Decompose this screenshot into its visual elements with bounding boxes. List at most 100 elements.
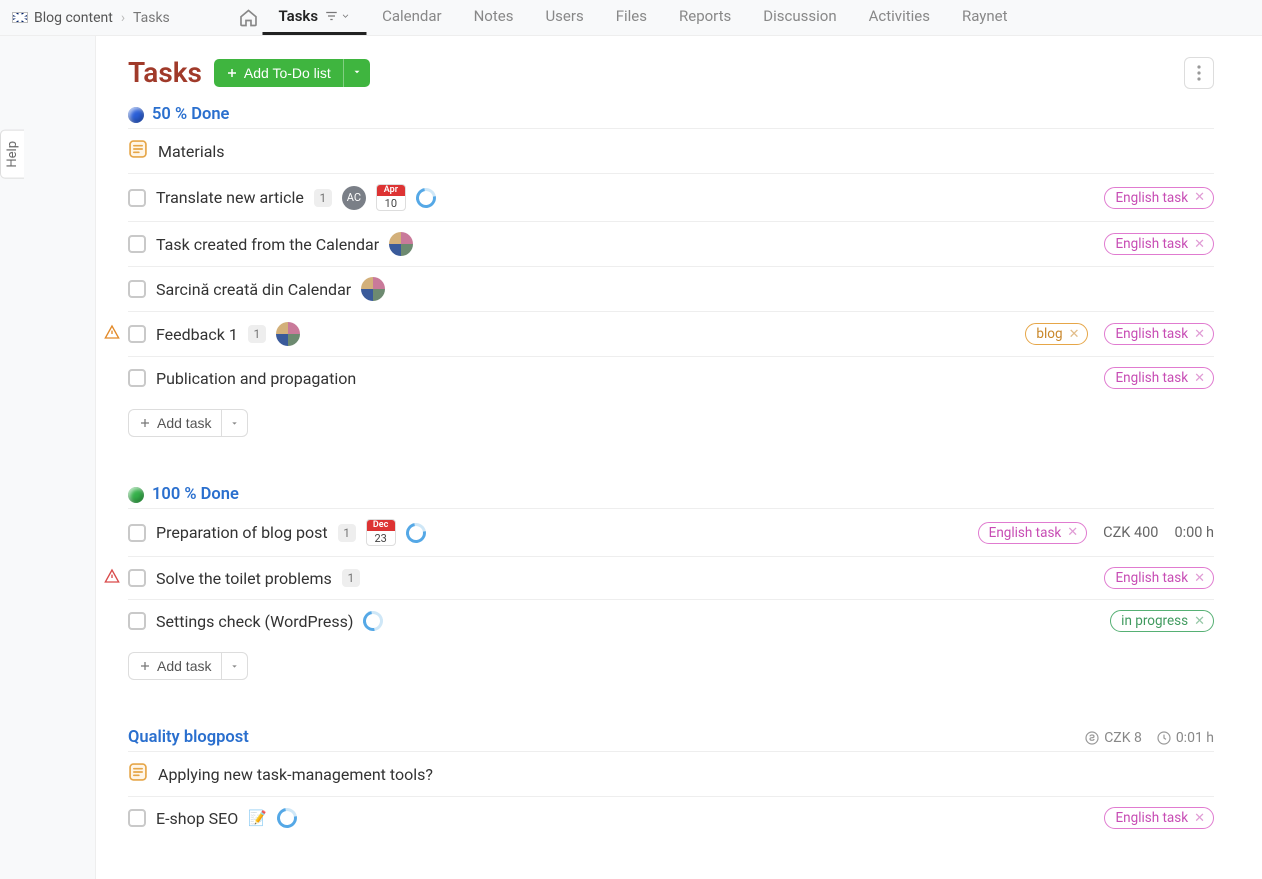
due-date-chip[interactable]: Apr10: [376, 184, 406, 211]
tag-label: English task: [1115, 810, 1188, 826]
task-checkbox[interactable]: [128, 280, 146, 298]
add-task-button[interactable]: Add task: [128, 409, 221, 437]
task-row[interactable]: Sarcină creată din Calendar: [128, 266, 1214, 311]
task-checkbox[interactable]: [128, 369, 146, 387]
task-row[interactable]: Applying new task-management tools?: [128, 751, 1214, 796]
task-row[interactable]: E-shop SEO 📝 English task✕: [128, 796, 1214, 839]
breadcrumb-project[interactable]: Blog content: [12, 10, 113, 26]
nav-label: Users: [545, 7, 583, 25]
tag-remove-icon[interactable]: ✕: [1194, 571, 1205, 586]
task-name: Applying new task-management tools?: [158, 765, 433, 784]
topbar: Blog content › Tasks Tasks Calendar Note…: [0, 0, 1262, 36]
nav-reports[interactable]: Reports: [663, 0, 747, 35]
tag[interactable]: English task✕: [1104, 233, 1214, 255]
add-task-label: Add task: [157, 415, 211, 431]
section-title: 50 % Done: [152, 105, 229, 124]
task-row[interactable]: Materials: [128, 128, 1214, 173]
task-checkbox[interactable]: [128, 569, 146, 587]
nav-notes[interactable]: Notes: [458, 0, 530, 35]
avatar[interactable]: [276, 322, 300, 346]
task-row[interactable]: Publication and propagation English task…: [128, 356, 1214, 399]
breadcrumb-project-label: Blog content: [34, 10, 113, 26]
task-checkbox[interactable]: [128, 325, 146, 343]
avatar[interactable]: AC: [342, 186, 366, 210]
add-task-dropdown[interactable]: [221, 409, 248, 437]
nav-calendar[interactable]: Calendar: [366, 0, 458, 35]
task-row[interactable]: Feedback 1 1 blog✕English task✕: [128, 311, 1214, 356]
task-row[interactable]: Settings check (WordPress) in progress✕: [128, 599, 1214, 642]
home-icon[interactable]: [238, 8, 258, 28]
nav-files[interactable]: Files: [600, 0, 663, 35]
status-dot-icon: [128, 107, 144, 123]
tag[interactable]: English task ✕: [1104, 807, 1214, 829]
task-row[interactable]: Task created from the Calendar English t…: [128, 221, 1214, 266]
task-checkbox[interactable]: [128, 524, 146, 542]
help-tab[interactable]: Help: [0, 130, 24, 179]
task-row[interactable]: Translate new article 1ACApr10 English t…: [128, 173, 1214, 221]
nav-users[interactable]: Users: [529, 0, 599, 35]
page-header: Tasks Add To-Do list: [128, 56, 1214, 89]
page-menu-button[interactable]: [1184, 57, 1214, 89]
task-list: Preparation of blog post 1Dec23 English …: [128, 508, 1214, 684]
page: Tasks Add To-Do list 50 % Done: [95, 36, 1262, 879]
task-row[interactable]: Preparation of blog post 1Dec23 English …: [128, 508, 1214, 556]
task-checkbox[interactable]: [128, 809, 146, 827]
nav-activities[interactable]: Activities: [853, 0, 946, 35]
tag-remove-icon[interactable]: ✕: [1194, 327, 1205, 342]
section-header[interactable]: 50 % Done: [128, 99, 1214, 128]
tag[interactable]: English task✕: [978, 522, 1088, 544]
nav-discussion[interactable]: Discussion: [747, 0, 852, 35]
tag[interactable]: in progress✕: [1110, 610, 1214, 632]
nav-label: Raynet: [962, 7, 1008, 25]
main-nav: Tasks Calendar Notes Users Files Reports…: [238, 0, 1023, 35]
nav-label: Reports: [679, 7, 731, 25]
tag[interactable]: blog ✕: [1025, 323, 1088, 345]
progress-ring-icon: [412, 184, 440, 212]
task-checkbox[interactable]: [128, 235, 146, 253]
task-checkbox[interactable]: [128, 189, 146, 207]
add-todo-list-dropdown[interactable]: [343, 59, 370, 87]
edit-icon[interactable]: 📝: [248, 809, 267, 827]
tag[interactable]: English task✕: [1104, 187, 1214, 209]
warning-icon: [104, 568, 120, 588]
tag-remove-icon[interactable]: ✕: [1194, 614, 1205, 629]
due-date-chip[interactable]: Dec23: [366, 519, 396, 546]
nav-raynet[interactable]: Raynet: [946, 0, 1024, 35]
avatar[interactable]: [389, 232, 413, 256]
time-icon: 0:01 h: [1156, 730, 1214, 746]
add-task-row: Add task: [128, 399, 1214, 441]
section-header[interactable]: 100 % Done: [128, 479, 1214, 508]
section: Quality blogpost CZK 8 0:01 h Applying n…: [128, 722, 1214, 839]
tag-remove-icon[interactable]: ✕: [1194, 811, 1205, 826]
tag-remove-icon[interactable]: ✕: [1194, 190, 1205, 205]
add-task-button[interactable]: Add task: [128, 652, 221, 680]
add-todo-list-button[interactable]: Add To-Do list: [214, 59, 343, 87]
tag-remove-icon[interactable]: ✕: [1194, 237, 1205, 252]
nav-label: Activities: [869, 7, 930, 25]
task-checkbox[interactable]: [128, 612, 146, 630]
tag-remove-icon[interactable]: ✕: [1194, 371, 1205, 386]
task-row[interactable]: Solve the toilet problems 1 English task…: [128, 556, 1214, 599]
add-task-dropdown[interactable]: [221, 652, 248, 680]
nav-label: Discussion: [763, 7, 836, 25]
tag[interactable]: English task✕: [1104, 367, 1214, 389]
tag-remove-icon[interactable]: ✕: [1067, 525, 1078, 540]
page-title-row: Tasks Add To-Do list: [128, 56, 370, 89]
nav-label: Calendar: [382, 7, 442, 25]
page-title: Tasks: [128, 56, 202, 89]
tag[interactable]: English task✕: [1104, 567, 1214, 589]
tag[interactable]: English task✕: [1104, 323, 1214, 345]
nav-tasks[interactable]: Tasks: [262, 0, 366, 35]
breadcrumb-page[interactable]: Tasks: [133, 10, 170, 26]
warning-icon: [104, 324, 120, 344]
nav-label: Notes: [474, 7, 514, 25]
comment-count-badge: 1: [248, 325, 266, 343]
tag-label: blog: [1036, 326, 1062, 342]
section-header[interactable]: Quality blogpost CZK 8 0:01 h: [128, 722, 1214, 751]
breadcrumb: Blog content › Tasks: [12, 10, 170, 26]
task-name: Sarcină creată din Calendar: [156, 280, 351, 299]
add-todo-list-label: Add To-Do list: [244, 65, 331, 81]
avatar[interactable]: [361, 277, 385, 301]
tag-remove-icon[interactable]: ✕: [1069, 327, 1080, 342]
filter-icon[interactable]: [322, 9, 350, 23]
